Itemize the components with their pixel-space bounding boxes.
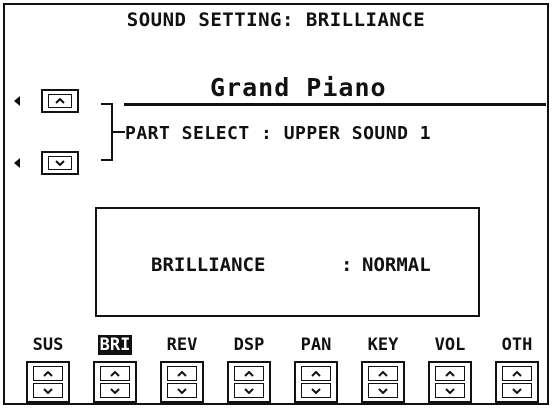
left-arrow-icon	[14, 96, 20, 106]
part-down-button[interactable]	[41, 151, 79, 175]
stepper-rev[interactable]	[160, 361, 204, 403]
chevron-down-icon	[378, 387, 388, 394]
chevron-up-icon	[378, 370, 388, 377]
chevron-up-icon	[110, 370, 120, 377]
stepper-bri[interactable]	[93, 361, 137, 403]
chevron-up-icon	[244, 370, 254, 377]
step-up-button[interactable]	[33, 366, 63, 381]
tab-oth[interactable]: OTH	[491, 335, 543, 355]
step-up-button[interactable]	[234, 366, 264, 381]
bracket-line	[101, 103, 113, 161]
step-up-button[interactable]	[167, 366, 197, 381]
tab-sus[interactable]: SUS	[22, 335, 74, 355]
parameter-box: BRILLIANCE : NORMAL	[95, 207, 480, 317]
parameter-value: NORMAL	[362, 254, 431, 276]
stepper-key[interactable]	[361, 361, 405, 403]
step-up-button[interactable]	[100, 366, 130, 381]
chevron-down-icon	[445, 387, 455, 394]
chevron-down-icon	[177, 387, 187, 394]
step-down-button[interactable]	[435, 383, 465, 398]
chevron-down-icon	[55, 160, 65, 166]
tab-label: BRI	[97, 335, 133, 355]
stepper-dsp[interactable]	[227, 361, 271, 403]
tab-label: PAN	[300, 335, 332, 355]
page-title: SOUND SETTING: BRILLIANCE	[126, 9, 426, 31]
tab-label: OTH	[501, 335, 533, 355]
tab-dsp[interactable]: DSP	[223, 335, 275, 355]
part-select-text: PART SELECT : UPPER SOUND 1	[125, 123, 432, 144]
parameter-separator: :	[341, 254, 353, 276]
left-arrow-icon	[14, 158, 20, 168]
step-down-button[interactable]	[234, 383, 264, 398]
tab-label: REV	[166, 335, 198, 355]
chevron-up-icon	[512, 370, 522, 377]
chevron-up-icon	[311, 370, 321, 377]
step-down-button[interactable]	[33, 383, 63, 398]
step-up-button[interactable]	[301, 366, 331, 381]
tab-bri[interactable]: BRI	[89, 335, 141, 355]
stepper-oth[interactable]	[495, 361, 539, 403]
step-down-button[interactable]	[368, 383, 398, 398]
stepper-vol[interactable]	[428, 361, 472, 403]
lcd-screen: SOUND SETTING: BRILLIANCE Grand Piano PA…	[3, 3, 549, 405]
chevron-up-icon	[177, 370, 187, 377]
tab-label: SUS	[32, 335, 64, 355]
step-down-button[interactable]	[301, 383, 331, 398]
chevron-up-icon	[43, 370, 53, 377]
bracket-tick	[113, 131, 125, 133]
step-up-button[interactable]	[368, 366, 398, 381]
chevron-down-icon	[43, 387, 53, 394]
tab-label: VOL	[434, 335, 466, 355]
stepper-pan[interactable]	[294, 361, 338, 403]
tab-pan[interactable]: PAN	[290, 335, 342, 355]
chevron-up-icon	[55, 98, 65, 104]
parameter-label: BRILLIANCE	[151, 254, 266, 276]
divider	[124, 103, 546, 106]
chevron-down-icon	[311, 387, 321, 394]
chevron-down-icon	[110, 387, 120, 394]
chevron-down-icon	[512, 387, 522, 394]
tab-rev[interactable]: REV	[156, 335, 208, 355]
step-up-button[interactable]	[502, 366, 532, 381]
step-down-button[interactable]	[167, 383, 197, 398]
step-down-button[interactable]	[502, 383, 532, 398]
part-up-button[interactable]	[41, 89, 79, 113]
tab-key[interactable]: KEY	[357, 335, 409, 355]
chevron-down-icon	[244, 387, 254, 394]
tab-label: KEY	[367, 335, 399, 355]
stepper-sus[interactable]	[26, 361, 70, 403]
tab-label: DSP	[233, 335, 265, 355]
step-down-button[interactable]	[100, 383, 130, 398]
sound-name: Grand Piano	[210, 73, 387, 102]
chevron-up-icon	[445, 370, 455, 377]
step-up-button[interactable]	[435, 366, 465, 381]
tab-vol[interactable]: VOL	[424, 335, 476, 355]
